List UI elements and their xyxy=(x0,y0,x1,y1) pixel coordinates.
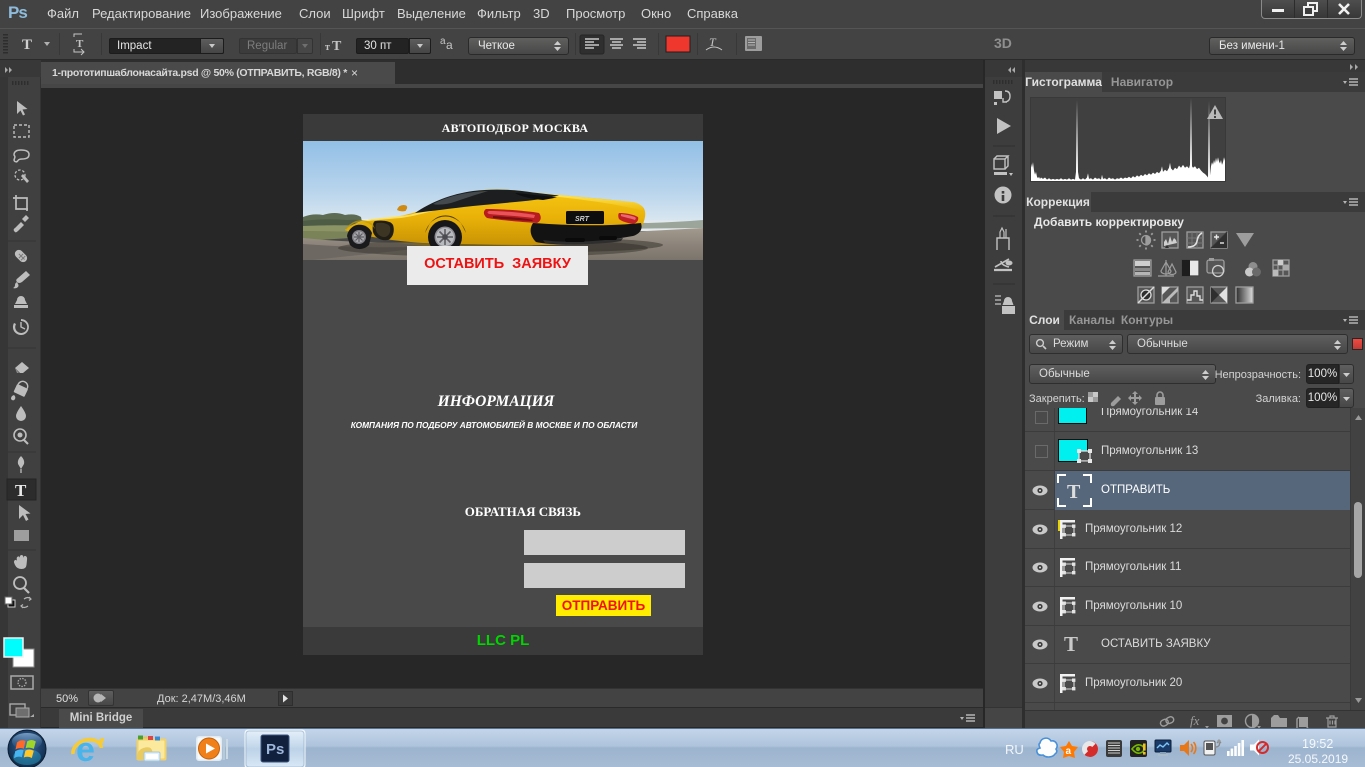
svg-text:25.05.2019: 25.05.2019 xyxy=(1288,752,1348,766)
svg-text:RU: RU xyxy=(1005,742,1024,757)
svg-text:3D: 3D xyxy=(994,35,1012,51)
svg-text:a: a xyxy=(446,38,453,52)
svg-text:T: T xyxy=(76,38,84,50)
svg-text:т: т xyxy=(325,42,330,53)
svg-text:fx: fx xyxy=(1190,713,1200,728)
svg-text:e: e xyxy=(76,731,95,767)
svg-text:a: a xyxy=(1066,746,1072,757)
svg-text:T: T xyxy=(15,481,27,500)
svg-text:Ps: Ps xyxy=(266,741,284,758)
svg-text:T: T xyxy=(332,39,342,54)
svg-text:SRT: SRT xyxy=(575,216,590,223)
svg-text:T: T xyxy=(1067,481,1081,503)
svg-text:19:52: 19:52 xyxy=(1302,737,1333,751)
svg-text:T: T xyxy=(22,37,32,53)
